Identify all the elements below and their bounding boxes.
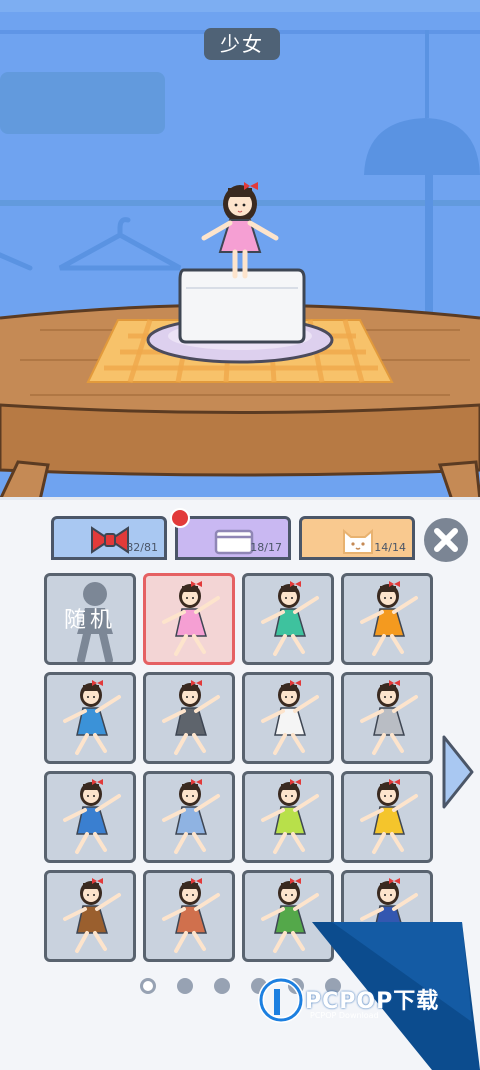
girl-outfit-icon <box>162 680 220 755</box>
page-dot[interactable] <box>140 978 156 994</box>
outfit-slot-chef-apron-teapot[interactable] <box>143 870 235 962</box>
girl-outfit-icon <box>162 581 220 656</box>
tab-outfit[interactable]: 82/81 <box>51 516 167 560</box>
girl-outfit-icon <box>63 878 121 953</box>
hanger-icon <box>0 252 33 271</box>
random-label: 随机 <box>63 608 116 633</box>
girl-outfit-icon <box>162 878 220 953</box>
wall-pole <box>425 175 433 315</box>
watermark-subtitle: PCPOP Download <box>310 1011 379 1020</box>
notification-badge <box>170 508 190 528</box>
girl-character <box>201 182 279 279</box>
watermark-logo-icon <box>258 977 304 1023</box>
game-scene: 少女 <box>0 0 480 500</box>
outfit-slot-random[interactable]: 随机 <box>44 573 136 665</box>
girl-outfit-icon <box>261 779 319 854</box>
outfit-slot-orange-dress[interactable] <box>341 573 433 665</box>
page-dot[interactable] <box>214 978 230 994</box>
outfit-grid: 随机 <box>44 573 436 963</box>
character-name-label: 少女 <box>204 28 280 60</box>
girl-outfit-icon <box>360 581 418 656</box>
tab-scene-count: 18/17 <box>250 541 282 554</box>
close-icon <box>434 528 458 552</box>
close-button[interactable] <box>424 518 468 562</box>
tab-pet[interactable]: 14/14 <box>299 516 415 560</box>
hanger-icon <box>58 217 182 271</box>
outfit-slot-plaid-dress[interactable] <box>341 672 433 764</box>
outfit-slot-blue-dress[interactable] <box>44 672 136 764</box>
next-page-arrow-icon[interactable] <box>440 733 476 811</box>
outfit-slot-lime-dress[interactable] <box>242 771 334 863</box>
girl-outfit-icon <box>261 581 319 656</box>
page-dot[interactable] <box>177 978 193 994</box>
tofu-block <box>178 268 306 344</box>
outfit-slot-brown-bear-shirt[interactable] <box>44 870 136 962</box>
outfit-slot-yellow-top-jeans[interactable] <box>341 771 433 863</box>
girl-outfit-icon <box>63 680 121 755</box>
outfit-slot-pink-dress[interactable] <box>143 573 235 665</box>
girl-outfit-icon <box>360 680 418 755</box>
tab-outfit-count: 82/81 <box>126 541 158 554</box>
girl-outfit-icon <box>162 779 220 854</box>
outfit-slot-white-dress-straw-hat[interactable] <box>242 672 334 764</box>
outfit-slot-green-dress[interactable] <box>242 573 334 665</box>
scene-art <box>0 30 480 500</box>
girl-outfit-icon <box>360 779 418 854</box>
outfit-slot-gray-dress-glasses[interactable] <box>143 672 235 764</box>
outfit-slot-striped-blue-dress[interactable] <box>143 771 235 863</box>
girl-outfit-icon <box>63 779 121 854</box>
tab-scene[interactable]: 18/17 <box>175 516 291 560</box>
ceiling-lamp-icon <box>364 30 480 175</box>
outfit-slot-floral-blue-dress[interactable] <box>44 771 136 863</box>
girl-outfit-icon <box>261 680 319 755</box>
tab-pet-count: 14/14 <box>374 541 406 554</box>
